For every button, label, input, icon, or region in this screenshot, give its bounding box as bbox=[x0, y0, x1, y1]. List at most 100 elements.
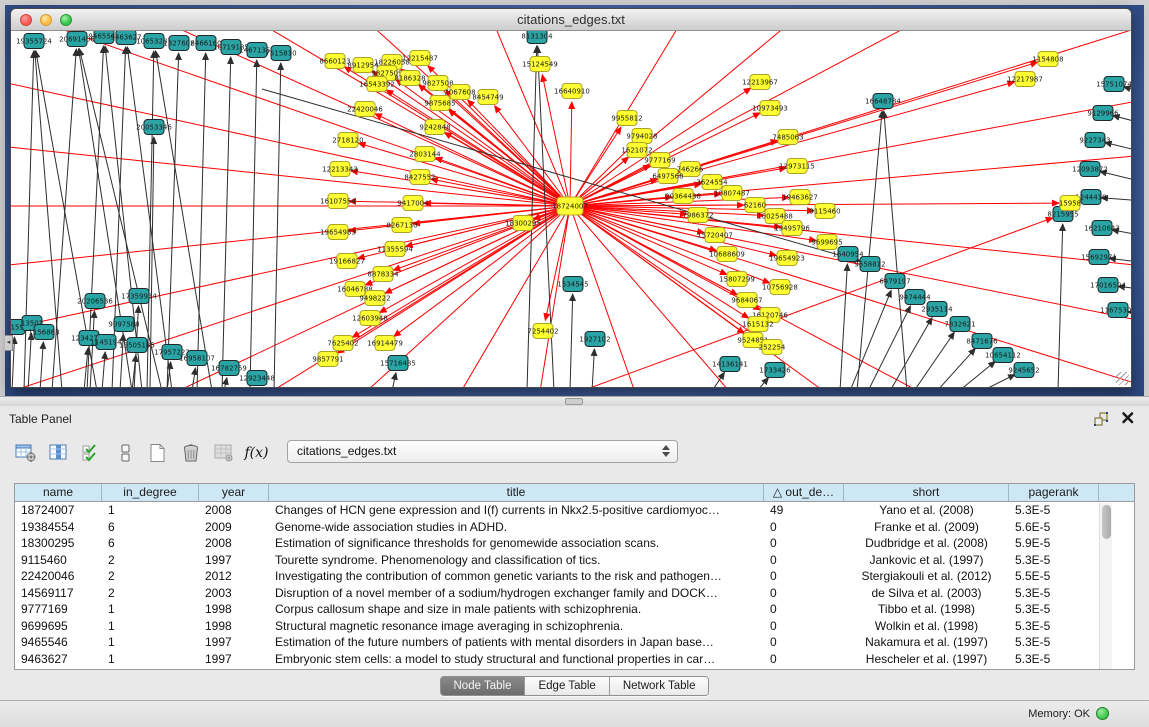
graph-node[interactable]: 10654112 bbox=[985, 348, 1021, 363]
graph-node[interactable]: 1534545 bbox=[557, 277, 588, 292]
column-header-short[interactable]: short bbox=[844, 484, 1009, 501]
graph-node[interactable]: 22420046 bbox=[347, 102, 383, 117]
graph-node[interactable]: 19355724 bbox=[16, 34, 52, 49]
memory-status-icon[interactable] bbox=[1096, 707, 1109, 720]
column-header-title[interactable]: title bbox=[269, 484, 764, 501]
graph-node[interactable]: 12923448 bbox=[239, 371, 275, 386]
collapse-panel-arrow[interactable]: ◂ bbox=[5, 335, 13, 351]
table-row[interactable]: 969969511998Structural magnetic resonanc… bbox=[15, 618, 1134, 635]
graph-node[interactable]: 11675304 bbox=[1100, 303, 1131, 318]
graph-node[interactable]: 12603948 bbox=[352, 311, 388, 326]
graph-node[interactable]: 18724007 bbox=[552, 197, 588, 215]
graph-node[interactable]: 10973493 bbox=[752, 101, 788, 116]
graph-node[interactable]: 1154808 bbox=[1032, 52, 1063, 67]
table-row[interactable]: 977716911998Corpus callosum shape and si… bbox=[15, 601, 1134, 618]
tab-edge-table[interactable]: Edge Table bbox=[525, 677, 609, 695]
graph-node[interactable]: 8131304 bbox=[521, 31, 553, 44]
graph-node[interactable]: 9699695 bbox=[811, 235, 842, 250]
table-row[interactable]: 1830029562008Estimation of significance … bbox=[15, 535, 1134, 552]
graph-node[interactable]: 20206536 bbox=[77, 294, 113, 309]
graph-node[interactable]: 2935114 bbox=[921, 302, 953, 317]
graph-node[interactable]: 8267130 bbox=[386, 218, 417, 233]
graph-node[interactable]: 12213967 bbox=[742, 75, 778, 90]
graph-node[interactable]: 9857791 bbox=[312, 352, 343, 367]
float-panel-icon[interactable] bbox=[1093, 411, 1109, 427]
graph-node[interactable]: 19166827 bbox=[329, 254, 365, 269]
graph-node[interactable]: 1733426 bbox=[759, 363, 791, 378]
table-row[interactable]: 1456911722003Disruption of a novel membe… bbox=[15, 585, 1134, 602]
column-header-year[interactable]: year bbox=[199, 484, 269, 501]
graph-node[interactable]: 15720407 bbox=[697, 228, 733, 243]
window-titlebar[interactable]: citations_edges.txt bbox=[11, 9, 1131, 31]
graph-node[interactable]: 16914479 bbox=[367, 336, 403, 351]
column-header-in_degree[interactable]: in_degree bbox=[102, 484, 199, 501]
graph-node[interactable]: 9227343 bbox=[1079, 133, 1110, 148]
graph-node[interactable]: 7254402 bbox=[527, 324, 558, 339]
graph-node[interactable]: 19654923 bbox=[769, 251, 805, 266]
table-row[interactable]: 946362711997Embryonic stem cells: a mode… bbox=[15, 651, 1134, 668]
graph-node[interactable]: 8878334 bbox=[367, 267, 399, 282]
deselect-all-rows-button[interactable] bbox=[111, 440, 138, 466]
vertical-scrollbar[interactable] bbox=[1099, 503, 1112, 669]
graph-node[interactable]: 8660123 bbox=[319, 54, 350, 69]
table-row[interactable]: 946554611997Estimation of the future num… bbox=[15, 634, 1134, 651]
graph-node[interactable]: 11355594 bbox=[377, 242, 413, 257]
tab-network-table[interactable]: Network Table bbox=[610, 677, 709, 695]
scrollbar-thumb[interactable] bbox=[1102, 505, 1111, 539]
graph-node[interactable]: 7625402 bbox=[327, 336, 358, 351]
close-panel-icon[interactable] bbox=[1121, 411, 1135, 425]
window-resize-grip[interactable] bbox=[1116, 372, 1129, 385]
column-header-name[interactable]: name bbox=[15, 484, 102, 501]
graph-node[interactable]: 19463627 bbox=[782, 190, 818, 205]
graph-node[interactable]: 12213343 bbox=[322, 162, 358, 177]
graph-node[interactable]: 9474444 bbox=[899, 290, 931, 305]
close-window-button[interactable] bbox=[20, 14, 32, 26]
column-header-pagerank[interactable]: pagerank bbox=[1009, 484, 1099, 501]
graph-node[interactable]: 9558812 bbox=[854, 257, 885, 272]
graph-node[interactable]: 1927102 bbox=[579, 332, 610, 347]
zoom-window-button[interactable] bbox=[60, 14, 72, 26]
select-all-rows-button[interactable] bbox=[78, 440, 105, 466]
import-table-disabled-button[interactable] bbox=[210, 440, 237, 466]
table-row[interactable]: 1872400712008Changes of HCN gene express… bbox=[15, 502, 1134, 519]
function-builder-button[interactable]: f(x) bbox=[243, 440, 270, 466]
table-row[interactable]: 1938455462009Genome-wide association stu… bbox=[15, 519, 1134, 536]
graph-node[interactable]: 6479197 bbox=[879, 274, 910, 289]
graph-node[interactable]: 15716485 bbox=[380, 356, 416, 371]
graph-node[interactable]: 9115460 bbox=[809, 204, 840, 219]
graph-node[interactable]: 15751074 bbox=[1096, 77, 1131, 92]
graph-node[interactable]: 12093872 bbox=[1072, 162, 1108, 177]
graph-node[interactable]: 62160 bbox=[744, 198, 766, 213]
graph-node[interactable]: 8454749 bbox=[472, 90, 503, 105]
graph-node[interactable]: 9955812 bbox=[611, 111, 642, 126]
graph-node[interactable]: 14136141 bbox=[712, 357, 748, 372]
graph-node[interactable]: 9794028 bbox=[626, 129, 657, 144]
graph-node[interactable]: 15124549 bbox=[522, 57, 558, 72]
graph-node[interactable]: 2718120 bbox=[332, 133, 363, 148]
splitter-handle[interactable] bbox=[565, 398, 583, 405]
graph-node[interactable]: 15958 bbox=[1059, 196, 1081, 211]
graph-node[interactable]: 17016504 bbox=[1090, 278, 1126, 293]
graph-node[interactable]: 16640910 bbox=[554, 84, 590, 99]
tab-node-table[interactable]: Node Table bbox=[441, 677, 526, 695]
graph-node[interactable]: 8471676 bbox=[966, 334, 998, 349]
show-columns-button[interactable] bbox=[45, 440, 72, 466]
graph-node[interactable]: 9417004 bbox=[397, 196, 429, 211]
minimize-window-button[interactable] bbox=[40, 14, 52, 26]
new-table-button[interactable] bbox=[144, 440, 171, 466]
graph-node[interactable]: 16210643 bbox=[1084, 221, 1120, 236]
graph-node[interactable]: 9129966 bbox=[1087, 106, 1119, 121]
graph-node[interactable]: 252254 bbox=[759, 340, 786, 355]
delete-table-button[interactable] bbox=[177, 440, 204, 466]
column-header-out_de[interactable]: △ out_de… bbox=[764, 484, 844, 501]
graph-node[interactable]: 19654983 bbox=[320, 225, 356, 240]
panel-splitter[interactable] bbox=[0, 396, 1149, 406]
network-canvas[interactable]: 1872400719355724206914069465546946362710… bbox=[11, 31, 1131, 387]
table-row[interactable]: 2242004622012Investigating the contribut… bbox=[15, 568, 1134, 585]
graph-node[interactable]: 12217987 bbox=[1007, 72, 1043, 87]
graph-node[interactable]: 8427552 bbox=[404, 170, 435, 185]
table-selector-dropdown[interactable]: citations_edges.txt bbox=[287, 440, 678, 463]
table-settings-button[interactable] bbox=[12, 440, 39, 466]
table-row[interactable]: 911546021997Tourette syndrome. Phenomeno… bbox=[15, 552, 1134, 569]
graph-node[interactable]: 12973115 bbox=[779, 159, 815, 174]
